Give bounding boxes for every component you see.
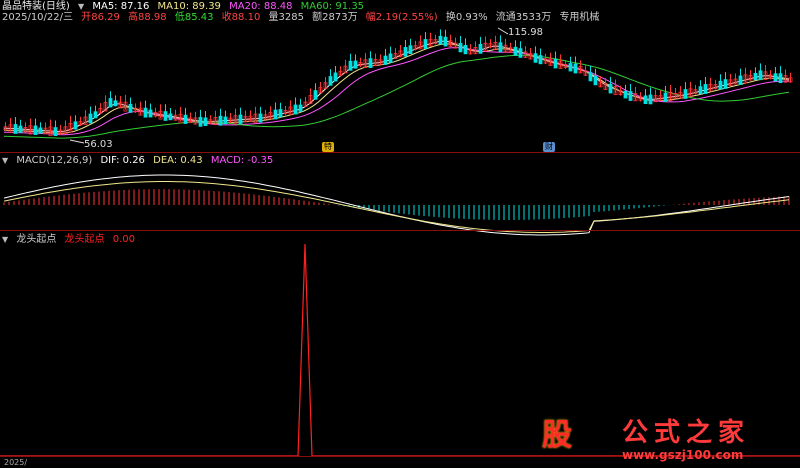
watermark-logo: 股 bbox=[542, 418, 572, 453]
candle-body bbox=[238, 114, 243, 125]
panel-divider bbox=[0, 230, 800, 231]
macd-title[interactable]: MACD(12,26,9) bbox=[16, 155, 92, 166]
dea-value: DEA: 0.43 bbox=[153, 155, 203, 166]
candle-body bbox=[328, 76, 333, 86]
candle-body bbox=[518, 48, 523, 58]
candle-body bbox=[38, 127, 43, 134]
candle-body bbox=[53, 127, 58, 137]
candle-body bbox=[278, 109, 283, 118]
high-price-label: 115.98 bbox=[508, 27, 543, 38]
candle-body bbox=[608, 83, 613, 94]
candle-body bbox=[148, 109, 153, 118]
candle-body bbox=[443, 36, 448, 47]
dif-value: DIF: 0.26 bbox=[100, 155, 145, 166]
candle-body bbox=[223, 116, 228, 125]
candle-body bbox=[533, 53, 538, 63]
candle-body bbox=[718, 80, 723, 90]
candle-body bbox=[423, 39, 428, 49]
candle-body bbox=[293, 104, 298, 115]
candle-body bbox=[163, 111, 168, 121]
high-pointer bbox=[497, 27, 509, 35]
candle-body bbox=[513, 46, 518, 56]
candle-body bbox=[643, 95, 648, 105]
candle-body bbox=[108, 98, 113, 108]
candle-body bbox=[648, 94, 653, 105]
candle-body bbox=[753, 72, 758, 81]
event-marker-special[interactable]: 特 bbox=[322, 142, 334, 152]
candle-body bbox=[388, 53, 393, 63]
candle-body bbox=[408, 45, 413, 55]
macd-lines bbox=[3, 174, 790, 236]
low-pointer bbox=[69, 139, 85, 144]
candle-body bbox=[458, 42, 463, 53]
candle-body bbox=[333, 72, 338, 82]
candle-body bbox=[738, 75, 743, 85]
candle-body bbox=[73, 121, 78, 130]
candle-body bbox=[773, 73, 778, 82]
ma5-line bbox=[3, 40, 790, 133]
candle-body bbox=[568, 63, 573, 72]
candle-body bbox=[113, 100, 118, 107]
moving-average-lines bbox=[3, 40, 790, 139]
candle-body bbox=[758, 70, 763, 81]
candle-body bbox=[663, 92, 668, 102]
candle-body bbox=[498, 42, 503, 53]
candle-body bbox=[313, 90, 318, 100]
candle-body bbox=[203, 117, 208, 126]
watermark-url: www.gszj100.com bbox=[622, 448, 744, 462]
watermark-name: 公式之家 bbox=[622, 418, 751, 448]
candle-body bbox=[168, 113, 173, 121]
candle-body bbox=[588, 72, 593, 82]
collapse-icon[interactable]: ▼ bbox=[2, 155, 8, 167]
signal-header: ▼ 龙头起点 龙头起点 0.00 bbox=[2, 234, 140, 246]
candle-body bbox=[353, 60, 358, 69]
candle-body bbox=[143, 107, 148, 118]
candle-body bbox=[368, 58, 373, 68]
candle-body bbox=[348, 60, 353, 71]
macd-header: ▼ MACD(12,26,9) DIF: 0.26 DEA: 0.43 MACD… bbox=[2, 155, 278, 167]
low-price-label: 56.03 bbox=[84, 139, 113, 150]
candle-body bbox=[383, 55, 388, 65]
candlestick-series bbox=[3, 29, 793, 137]
candle-body bbox=[88, 113, 93, 124]
panel-divider bbox=[0, 152, 800, 153]
candle-body bbox=[218, 115, 223, 126]
candle-body bbox=[18, 125, 23, 133]
signal-title[interactable]: 龙头起点 bbox=[16, 234, 56, 245]
watermark: 股 公式之家 www.gszj100.com bbox=[542, 408, 792, 466]
signal-value: 0.00 bbox=[112, 234, 135, 245]
candle-body bbox=[778, 73, 783, 84]
candle-body bbox=[403, 46, 408, 57]
candle-body bbox=[593, 75, 598, 86]
candle-body bbox=[683, 89, 688, 99]
candle-body bbox=[438, 35, 443, 45]
date-axis-label: 2025/ bbox=[4, 458, 28, 467]
macd-value: MACD: -0.35 bbox=[210, 155, 274, 166]
candle-body bbox=[538, 55, 543, 65]
candle-body bbox=[703, 84, 708, 94]
collapse-icon[interactable]: ▼ bbox=[2, 234, 8, 246]
candle-body bbox=[128, 103, 133, 113]
dif-line bbox=[3, 174, 790, 236]
candle-body bbox=[628, 91, 633, 101]
candle-body bbox=[723, 79, 728, 89]
candle-body bbox=[33, 125, 38, 135]
dea-line bbox=[3, 181, 790, 233]
candle-body bbox=[698, 86, 703, 95]
candle-body bbox=[273, 109, 278, 120]
candle-body bbox=[478, 43, 483, 54]
candle-body bbox=[553, 58, 558, 69]
price-annotations: 115.98 56.03 bbox=[69, 27, 543, 150]
candle-body bbox=[258, 113, 263, 123]
candle-body bbox=[183, 114, 188, 124]
candle-body bbox=[298, 104, 303, 112]
candle-body bbox=[198, 116, 203, 127]
signal-legend-name: 龙头起点 bbox=[64, 234, 105, 245]
candle-body bbox=[93, 111, 98, 119]
candle-body bbox=[13, 124, 18, 134]
candle-body bbox=[573, 63, 578, 74]
candle-body bbox=[623, 90, 628, 99]
event-marker-finance[interactable]: 财 bbox=[543, 142, 555, 152]
candle-body bbox=[463, 45, 468, 55]
